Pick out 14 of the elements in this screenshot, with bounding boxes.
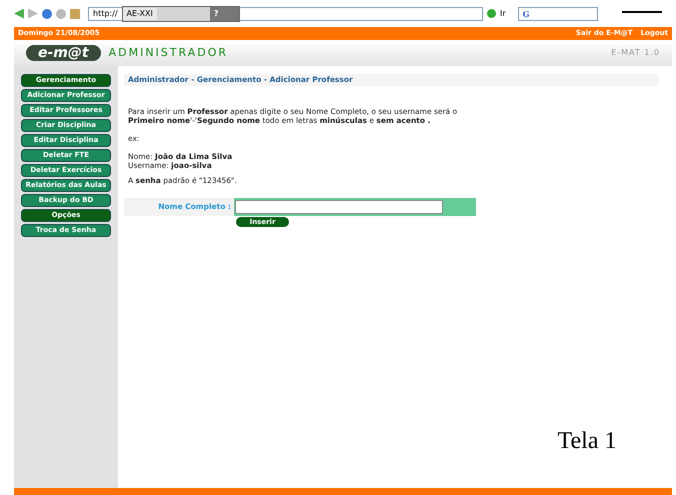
header-title: ADMINISTRADOR (108, 44, 228, 61)
back-icon[interactable] (14, 8, 24, 18)
help-text: ? (210, 6, 239, 20)
address-field[interactable]: http:// AE-XXI ? (88, 6, 483, 20)
version-text: E-MAT 1.0 (611, 47, 660, 59)
forward-icon[interactable] (28, 8, 38, 18)
search-field[interactable]: G (518, 6, 598, 20)
search-logo: G (522, 8, 530, 20)
go-link[interactable]: Ir (500, 8, 506, 20)
overlay-title: AE-XXI (122, 8, 157, 20)
caption: Tela 1 (558, 427, 616, 456)
logo: e-m@t (26, 45, 101, 61)
name-field[interactable] (234, 198, 476, 216)
address-text: http:// (92, 8, 119, 20)
